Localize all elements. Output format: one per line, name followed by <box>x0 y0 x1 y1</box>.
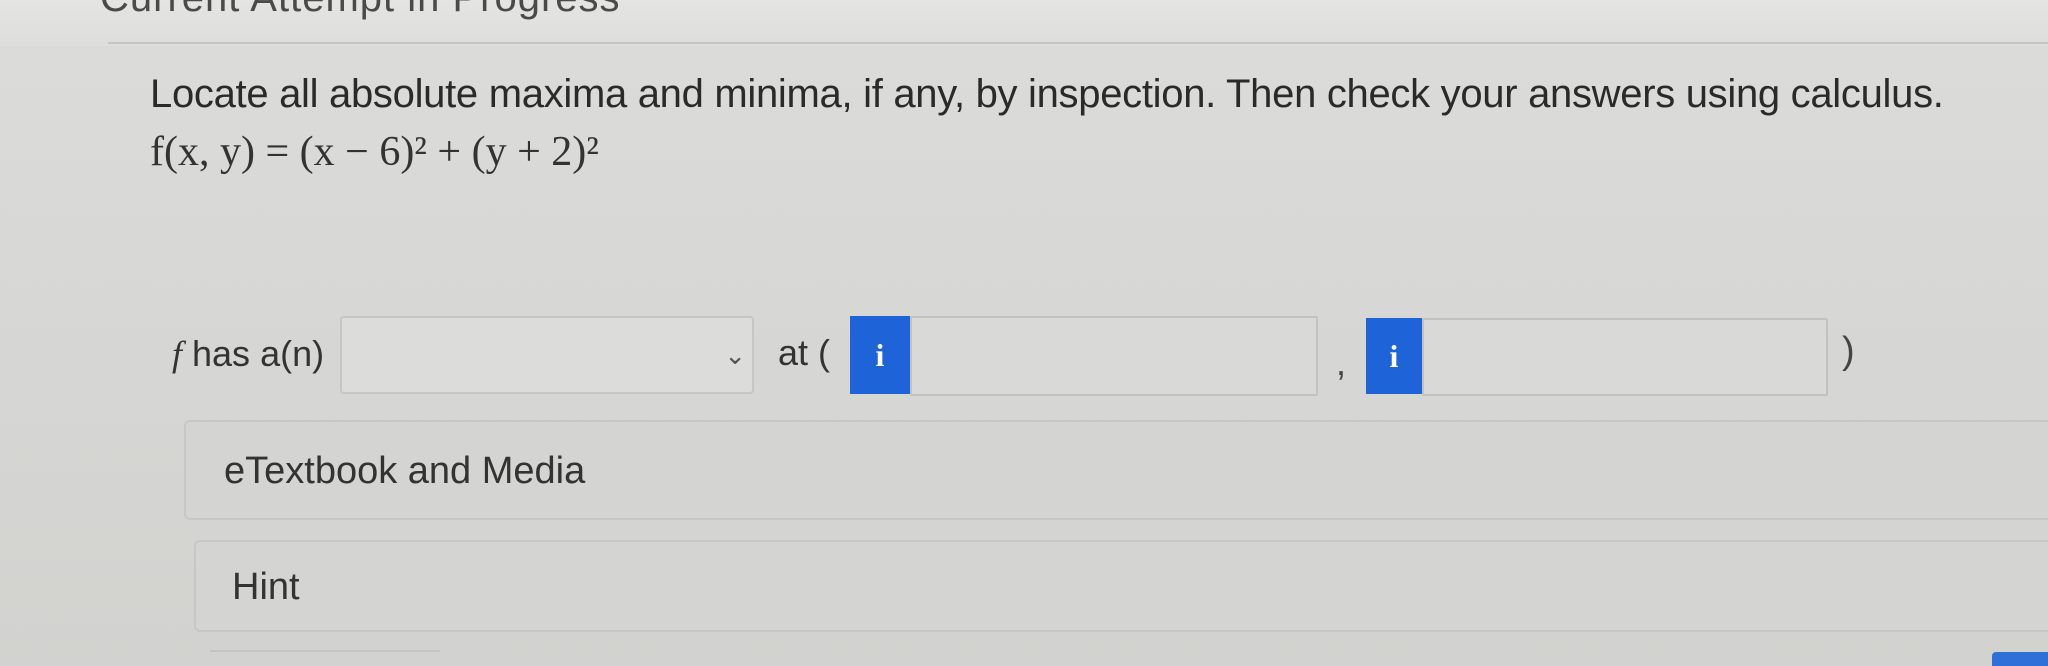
question-formula: f(x, y) = (x − 6)² + (y + 2)² <box>150 128 599 176</box>
hint-panel[interactable]: Hint <box>194 540 2048 632</box>
info-icon-y[interactable]: i <box>1366 318 1422 394</box>
function-symbol: f <box>172 334 183 374</box>
question-prompt: Locate all absolute maxima and minima, i… <box>150 72 1944 116</box>
at-label: at ( <box>778 332 831 373</box>
chevron-down-icon: ⌄ <box>724 340 746 370</box>
submit-button-edge[interactable] <box>1992 652 2048 666</box>
header-area: Current Attempt in Progress <box>0 0 2048 46</box>
answer-prefix-label: f has a(n) <box>172 333 324 375</box>
attempt-heading: Current Attempt in Progress <box>100 0 621 21</box>
header-divider <box>108 42 2048 44</box>
answer-row: f has a(n) ⌄ at ( i , i ) <box>0 300 2048 410</box>
etextbook-media-panel[interactable]: eTextbook and Media <box>184 420 2048 520</box>
comma-separator: , <box>1336 342 1347 383</box>
close-paren: ) <box>1842 330 1855 372</box>
formula-text: f(x, y) = (x − 6)² + (y + 2)² <box>150 129 599 175</box>
etextbook-media-label: eTextbook and Media <box>224 450 586 492</box>
hint-label: Hint <box>232 566 300 608</box>
next-panel-edge <box>210 650 440 666</box>
extremum-type-dropdown[interactable]: ⌄ <box>340 316 754 394</box>
x-coordinate-input[interactable] <box>910 316 1318 396</box>
has-label: has a(n) <box>182 333 325 374</box>
y-coordinate-input[interactable] <box>1422 318 1828 396</box>
info-icon-x[interactable]: i <box>850 316 910 394</box>
